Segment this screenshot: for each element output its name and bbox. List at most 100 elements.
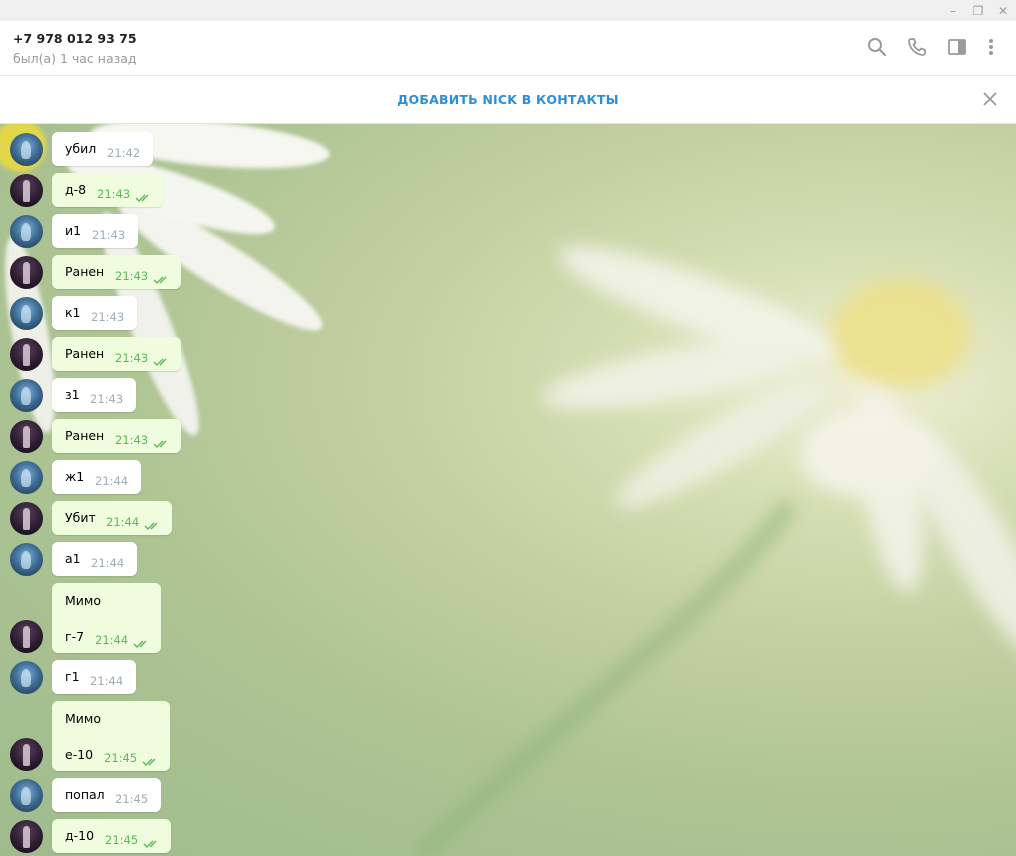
message-row: з1 21:43 bbox=[0, 378, 400, 412]
contact-status: был(а) 1 час назад bbox=[13, 51, 137, 66]
message-time: 21:44 bbox=[91, 556, 125, 570]
message-row: Мимо г-7 21:44 bbox=[0, 583, 400, 653]
read-receipt-icon bbox=[133, 634, 151, 648]
message-time: 21:44 bbox=[106, 515, 140, 529]
outgoing-message-bubble[interactable]: Убит 21:44 bbox=[52, 501, 172, 535]
minimize-button[interactable]: – bbox=[941, 0, 965, 21]
message-time: 21:44 bbox=[95, 633, 129, 647]
add-contact-bar: ДОБАВИТЬ NICK В КОНТАКТЫ bbox=[0, 76, 1016, 124]
contact-avatar[interactable] bbox=[10, 379, 43, 412]
contact-avatar[interactable] bbox=[10, 543, 43, 576]
read-receipt-icon bbox=[153, 352, 171, 366]
sidebar-icon bbox=[948, 39, 966, 55]
message-row: к1 21:43 bbox=[0, 296, 400, 330]
my-avatar[interactable] bbox=[10, 820, 43, 853]
phone-icon bbox=[908, 38, 926, 56]
message-row: убил 21:42 bbox=[0, 132, 400, 166]
message-text: попал bbox=[65, 787, 105, 802]
message-time: 21:45 bbox=[115, 792, 149, 806]
more-button[interactable] bbox=[980, 36, 1002, 58]
outgoing-message-bubble[interactable]: Мимо е-10 21:45 bbox=[52, 701, 170, 771]
incoming-message-bubble[interactable]: к1 21:43 bbox=[52, 296, 137, 330]
message-text: а1 bbox=[65, 551, 81, 566]
message-text: г1 bbox=[65, 669, 80, 684]
search-button[interactable] bbox=[866, 36, 888, 58]
message-text: Мимо bbox=[65, 711, 101, 726]
message-row: и1 21:43 bbox=[0, 214, 400, 248]
my-avatar[interactable] bbox=[10, 420, 43, 453]
message-list[interactable]: убил 21:42 д-8 21:43 и1 21:43 Ранен 21:43 к1 21:4… bbox=[0, 124, 1016, 856]
contact-avatar[interactable] bbox=[10, 461, 43, 494]
message-row: д-8 21:43 bbox=[0, 173, 400, 207]
my-avatar[interactable] bbox=[10, 738, 43, 771]
message-text: г-7 bbox=[65, 629, 85, 644]
outgoing-message-bubble[interactable]: Ранен 21:43 bbox=[52, 255, 181, 289]
message-row: а1 21:44 bbox=[0, 542, 400, 576]
my-avatar[interactable] bbox=[10, 174, 43, 207]
message-row: д-10 21:45 bbox=[0, 819, 400, 853]
incoming-message-bubble[interactable]: г1 21:44 bbox=[52, 660, 136, 694]
incoming-message-bubble[interactable]: з1 21:43 bbox=[52, 378, 136, 412]
message-text: и1 bbox=[65, 223, 82, 238]
read-receipt-icon bbox=[144, 516, 162, 530]
message-time: 21:43 bbox=[90, 392, 124, 406]
incoming-message-bubble[interactable]: убил 21:42 bbox=[52, 132, 153, 166]
message-text: убил bbox=[65, 141, 97, 156]
call-button[interactable] bbox=[906, 36, 928, 58]
read-receipt-icon bbox=[153, 434, 171, 448]
message-text: д-8 bbox=[65, 182, 87, 197]
outgoing-message-bubble[interactable]: д-10 21:45 bbox=[52, 819, 171, 853]
message-time: 21:43 bbox=[115, 433, 149, 447]
close-window-button[interactable]: ✕ bbox=[991, 0, 1015, 21]
contact-avatar[interactable] bbox=[10, 297, 43, 330]
close-icon bbox=[983, 92, 997, 106]
message-text: з1 bbox=[65, 387, 80, 402]
outgoing-message-bubble[interactable]: д-8 21:43 bbox=[52, 173, 163, 207]
message-time: 21:44 bbox=[95, 474, 129, 488]
contact-avatar[interactable] bbox=[10, 779, 43, 812]
more-icon bbox=[989, 39, 993, 55]
message-row: Ранен 21:43 bbox=[0, 419, 400, 453]
message-text: Ранен bbox=[65, 428, 105, 443]
dismiss-add-contact-button[interactable] bbox=[980, 89, 1000, 109]
read-receipt-icon bbox=[135, 188, 153, 202]
message-text: д-10 bbox=[65, 828, 95, 843]
message-time: 21:42 bbox=[107, 146, 141, 160]
window-titlebar: – ❐ ✕ bbox=[0, 0, 1016, 21]
outgoing-message-bubble[interactable]: Мимо г-7 21:44 bbox=[52, 583, 161, 653]
contact-avatar[interactable] bbox=[10, 133, 43, 166]
my-avatar[interactable] bbox=[10, 620, 43, 653]
message-text: е-10 bbox=[65, 747, 94, 762]
message-time: 21:43 bbox=[115, 351, 149, 365]
incoming-message-bubble[interactable]: а1 21:44 bbox=[52, 542, 137, 576]
message-text: ж1 bbox=[65, 469, 85, 484]
message-row: Ранен 21:43 bbox=[0, 255, 400, 289]
incoming-message-bubble[interactable]: ж1 21:44 bbox=[52, 460, 141, 494]
add-contact-link[interactable]: ДОБАВИТЬ NICK В КОНТАКТЫ bbox=[0, 92, 1016, 107]
incoming-message-bubble[interactable]: и1 21:43 bbox=[52, 214, 138, 248]
message-time: 21:43 bbox=[92, 228, 126, 242]
read-receipt-icon bbox=[142, 752, 160, 766]
message-text: к1 bbox=[65, 305, 81, 320]
my-avatar[interactable] bbox=[10, 502, 43, 535]
message-row: попал 21:45 bbox=[0, 778, 400, 812]
message-time: 21:44 bbox=[90, 674, 124, 688]
my-avatar[interactable] bbox=[10, 256, 43, 289]
message-time: 21:45 bbox=[104, 751, 138, 765]
outgoing-message-bubble[interactable]: Ранен 21:43 bbox=[52, 337, 181, 371]
read-receipt-icon bbox=[143, 834, 161, 848]
incoming-message-bubble[interactable]: попал 21:45 bbox=[52, 778, 161, 812]
message-text: Ранен bbox=[65, 346, 105, 361]
read-receipt-icon bbox=[153, 270, 171, 284]
outgoing-message-bubble[interactable]: Ранен 21:43 bbox=[52, 419, 181, 453]
contact-avatar[interactable] bbox=[10, 215, 43, 248]
message-row: г1 21:44 bbox=[0, 660, 400, 694]
restore-button[interactable]: ❐ bbox=[966, 0, 990, 21]
my-avatar[interactable] bbox=[10, 338, 43, 371]
contact-name[interactable]: +7 978 012 93 75 bbox=[13, 31, 137, 46]
message-row: Ранен 21:43 bbox=[0, 337, 400, 371]
contact-avatar[interactable] bbox=[10, 661, 43, 694]
message-row: ж1 21:44 bbox=[0, 460, 400, 494]
toggle-sidebar-button[interactable] bbox=[946, 36, 968, 58]
message-time: 21:45 bbox=[105, 833, 139, 847]
